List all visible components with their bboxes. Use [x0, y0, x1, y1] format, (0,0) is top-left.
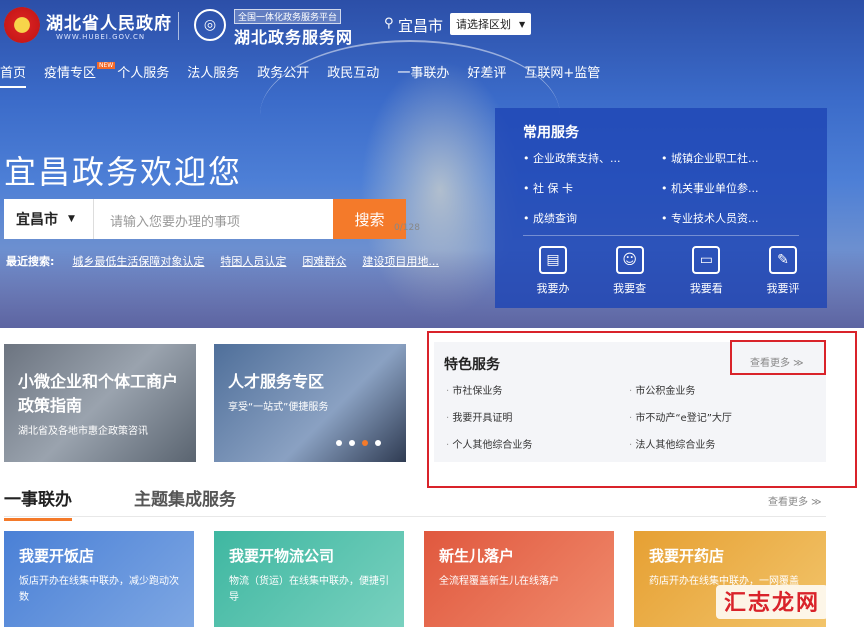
chevron-down-icon: ▼: [519, 19, 526, 29]
tile-restaurant[interactable]: 我要开饭店 饭店开办在线集中联办，减少跑动次数: [4, 531, 194, 627]
header-divider: [178, 12, 179, 40]
nav-personal[interactable]: 个人服务: [117, 62, 169, 88]
recent-search-link[interactable]: 特困人员认定: [220, 253, 286, 269]
card-subtitle: 享受“一站式”便捷服务: [228, 402, 329, 413]
common-service-link[interactable]: 企业政策支持、...: [523, 150, 661, 166]
card-title: 人才服务专区: [228, 372, 325, 391]
nav-rating[interactable]: 好差评: [467, 62, 506, 88]
special-service-link[interactable]: 我要开具证明: [446, 409, 629, 424]
search-city-select[interactable]: 宜昌市 ▼: [4, 199, 94, 239]
common-service-link[interactable]: 城镇企业职工社...: [661, 150, 799, 166]
quick-apply-label: 我要办: [536, 282, 570, 295]
tile-desc: 饭店开办在线集中联办，减少跑动次数: [19, 576, 179, 603]
recent-search-link[interactable]: 建设项目用地...: [362, 253, 439, 269]
tile-title: 我要开饭店: [19, 547, 95, 565]
quick-actions: ▤ 我要办 ☺ 我要查 ▭ 我要看 ✎ 我要评: [523, 246, 813, 296]
document-icon: ▤: [539, 246, 567, 274]
common-services-title: 常用服务: [523, 125, 579, 141]
nav-supervision[interactable]: 互联网+监管: [524, 62, 600, 88]
tile-title: 我要开物流公司: [229, 547, 335, 565]
caret-down-icon: ▼: [68, 214, 75, 224]
quick-view[interactable]: ▭ 我要看: [676, 246, 736, 296]
special-services-title: 特色服务: [444, 357, 500, 373]
comment-icon: ✎: [768, 246, 797, 274]
tile-desc: 全流程覆盖新生儿在线落户: [439, 576, 559, 587]
tile-desc: 物流（货运）在线集中联办，便捷引导: [229, 576, 389, 603]
carousel-dot[interactable]: [349, 440, 355, 446]
carousel-dots: [336, 440, 388, 446]
region-select[interactable]: 请选择区划 ▼: [450, 13, 531, 35]
special-services-links: 市社保业务 市公积金业务 我要开具证明 市不动产“e登记”大厅 个人其他综合业务…: [446, 382, 816, 451]
policy-guide-card[interactable]: 小微企业和个体工商户政策指南 湖北省及各地市惠企政策咨讯: [4, 344, 196, 462]
recent-search-link[interactable]: 城乡最低生活保障对象认定: [72, 253, 204, 269]
common-service-link[interactable]: 专业技术人员资...: [661, 210, 799, 226]
special-more-link[interactable]: 查看更多 ≫: [750, 354, 804, 369]
special-service-link[interactable]: 个人其他综合业务: [446, 436, 629, 451]
quick-rate[interactable]: ✎ 我要评: [753, 246, 813, 296]
current-city: 宜昌市: [398, 17, 444, 35]
common-services-panel: 常用服务 企业政策支持、... 城镇企业职工社... 社 保 卡 机关事业单位参…: [495, 108, 827, 308]
new-badge: NEW: [97, 62, 116, 69]
nav-home[interactable]: 首页: [0, 62, 27, 88]
search-button[interactable]: 搜索: [333, 199, 406, 239]
nav-epidemic[interactable]: 疫情专区NEW: [44, 62, 116, 88]
carousel-dot-active[interactable]: [362, 440, 368, 446]
special-service-link[interactable]: 市社保业务: [446, 382, 629, 397]
special-service-link[interactable]: 市公积金业务: [629, 382, 812, 397]
quick-query[interactable]: ☺ 我要查: [600, 246, 660, 296]
card-title: 小微企业和个体工商户政策指南: [18, 372, 179, 415]
nav-epidemic-label: 疫情专区: [44, 66, 97, 81]
recent-searches: 最近搜索: 城乡最低生活保障对象认定 特困人员认定 困难群众 建设项目用地...: [6, 253, 455, 269]
tabs-divider: [4, 516, 826, 517]
main-nav: 首页 疫情专区NEW 个人服务 法人服务 政务公开 政民互动 一事联办 好差评 …: [0, 62, 618, 88]
gov-url: WWW.HUBEI.GOV.CN: [56, 33, 146, 41]
location-pin-icon: ⚲: [384, 16, 394, 31]
tile-title: 新生儿落户: [439, 547, 515, 565]
tabs-more-link[interactable]: 查看更多 ≫: [768, 493, 822, 508]
common-services-links: 企业政策支持、... 城镇企业职工社... 社 保 卡 机关事业单位参... 成…: [523, 150, 823, 226]
quick-view-label: 我要看: [689, 282, 723, 295]
nav-gov-open[interactable]: 政务公开: [257, 62, 309, 88]
common-service-link[interactable]: 社 保 卡: [523, 180, 661, 196]
top-header: 湖北省人民政府 WWW.HUBEI.GOV.CN ◎ 全国一体化政务服务平台 湖…: [0, 0, 864, 50]
search-box: 宜昌市 ▼ 请输入您要办理的事项 0/128 搜索: [4, 199, 420, 239]
gov-name[interactable]: 湖北省人民政府: [46, 9, 172, 34]
search-char-count: 0/128: [394, 223, 420, 233]
search-city-label: 宜昌市: [16, 212, 58, 228]
tile-logistics[interactable]: 我要开物流公司 物流（货运）在线集中联办，便捷引导: [214, 531, 404, 627]
special-service-link[interactable]: 市不动产“e登记”大厅: [629, 409, 812, 424]
person-search-icon: ☺: [615, 246, 644, 274]
platform-logo-icon: ◎: [194, 9, 226, 41]
tile-title: 我要开药店: [649, 547, 725, 565]
national-emblem-icon: [4, 7, 40, 43]
recent-search-link[interactable]: 困难群众: [302, 253, 346, 269]
platform-name[interactable]: 湖北政务服务网: [234, 24, 353, 48]
quick-apply[interactable]: ▤ 我要办: [523, 246, 583, 296]
common-service-link[interactable]: 机关事业单位参...: [661, 180, 799, 196]
card-subtitle: 湖北省及各地市惠企政策咨讯: [18, 426, 148, 437]
common-services-divider: [523, 235, 799, 236]
common-service-link[interactable]: 成绩查询: [523, 210, 661, 226]
quick-query-label: 我要查: [613, 282, 647, 295]
welcome-title: 宜昌政务欢迎您: [4, 153, 243, 191]
nav-one-thing[interactable]: 一事联办: [397, 62, 449, 88]
carousel-dot[interactable]: [375, 440, 381, 446]
search-input[interactable]: 请输入您要办理的事项 0/128: [94, 199, 420, 239]
nav-corporate[interactable]: 法人服务: [187, 62, 239, 88]
watermark-logo: 汇志龙网: [716, 585, 828, 619]
region-select-label: 请选择区划: [456, 18, 511, 31]
quick-rate-label: 我要评: [766, 282, 800, 295]
nav-interaction[interactable]: 政民互动: [327, 62, 379, 88]
platform-tag: 全国一体化政务服务平台: [234, 9, 342, 24]
screen-icon: ▭: [692, 246, 721, 274]
recent-searches-label: 最近搜索:: [6, 255, 55, 268]
carousel-dot[interactable]: [336, 440, 342, 446]
search-placeholder: 请输入您要办理的事项: [110, 215, 241, 230]
tile-newborn[interactable]: 新生儿落户 全流程覆盖新生儿在线落户: [424, 531, 614, 627]
special-service-link[interactable]: 法人其他综合业务: [629, 436, 812, 451]
